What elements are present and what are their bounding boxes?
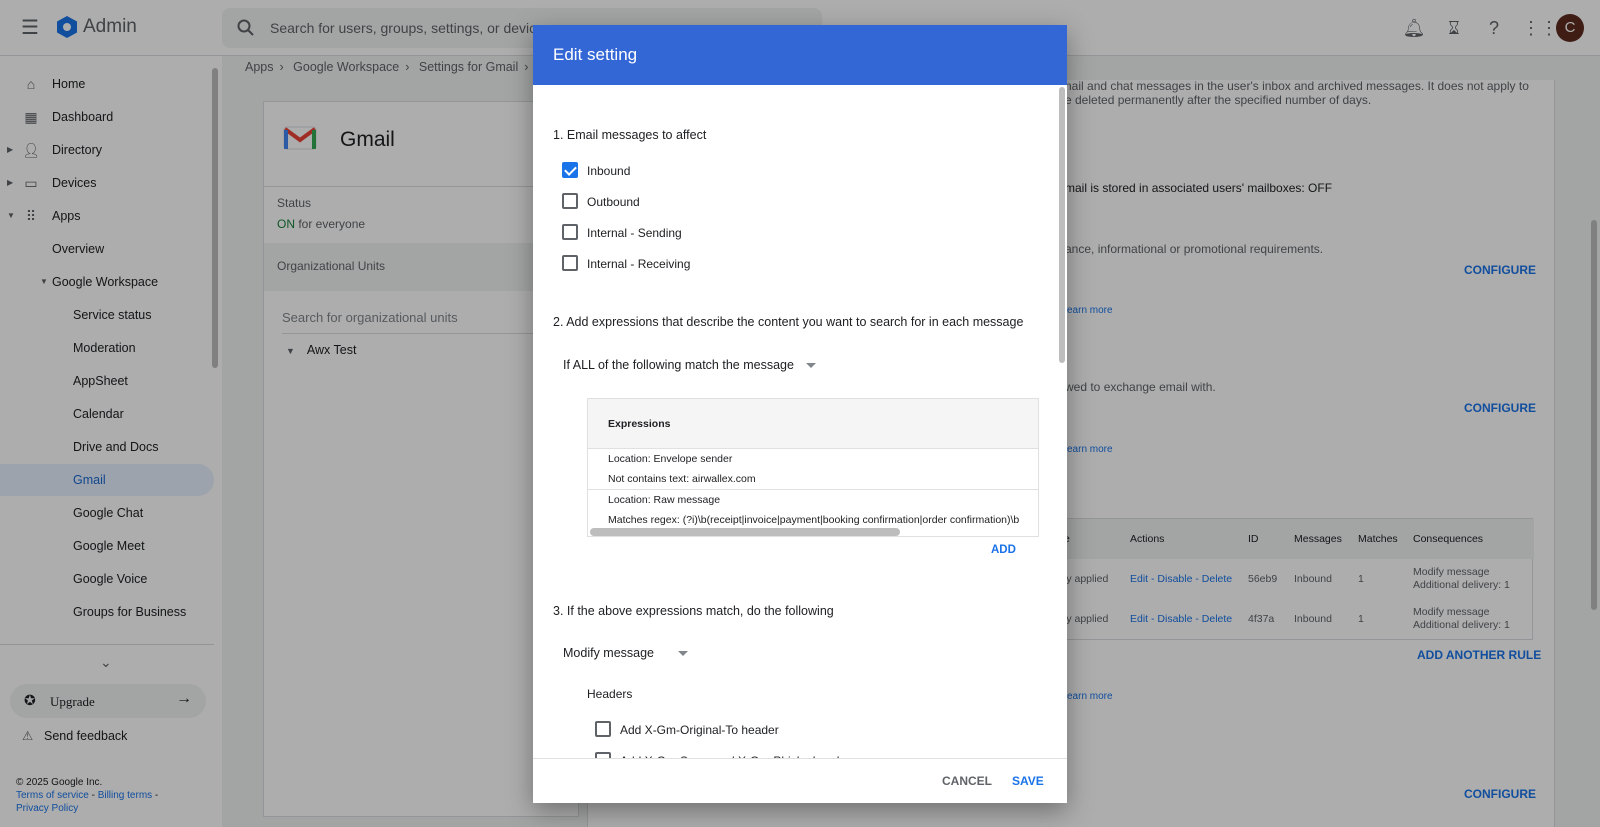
expressions-header-label: Expressions (608, 418, 671, 430)
expressions-header: Expressions (588, 399, 1038, 449)
outbound-checkbox[interactable] (562, 193, 578, 209)
match-condition-select[interactable]: If ALL of the following match the messag… (563, 358, 816, 372)
internal-sending-checkbox[interactable] (562, 224, 578, 240)
internal-receiving-checkbox[interactable] (562, 255, 578, 271)
dialog-footer: CANCEL SAVE (533, 758, 1067, 803)
dropdown-arrow-icon (678, 651, 689, 657)
match-condition-value: If ALL of the following match the messag… (563, 358, 794, 372)
checkbox-label[interactable]: Inbound (587, 164, 630, 178)
dialog-body: 1. Email messages to affect Inbound Outb… (533, 85, 1067, 783)
checkbox-label[interactable]: Internal - Sending (587, 226, 682, 240)
x-gm-original-to-checkbox[interactable] (595, 721, 611, 737)
checkbox-label[interactable]: Internal - Receiving (587, 257, 690, 271)
checkbox-label[interactable]: Add X-Gm-Original-To header (620, 723, 779, 737)
expression-location: Location: Envelope sender (608, 453, 733, 465)
expression-condition: Matches regex: (?i)\b(receipt|invoice|pa… (608, 514, 1020, 526)
expression-row[interactable]: Location: Raw message Matches regex: (?i… (588, 490, 1038, 531)
dialog-title: Edit setting (553, 45, 638, 64)
save-button[interactable]: SAVE (1012, 774, 1044, 788)
expression-condition: Not contains text: airwallex.com (608, 473, 756, 485)
edit-setting-dialog: Edit setting 1. Email messages to affect… (533, 25, 1067, 803)
action-select-value: Modify message (563, 646, 655, 660)
checkbox-label[interactable]: Outbound (587, 195, 640, 209)
expressions-horizontal-scrollbar[interactable] (590, 528, 900, 536)
cancel-button[interactable]: CANCEL (942, 774, 992, 788)
expression-location: Location: Raw message (608, 494, 721, 506)
step2-label: 2. Add expressions that describe the con… (553, 315, 1024, 329)
dropdown-arrow-icon (805, 363, 816, 369)
dialog-header: Edit setting (533, 25, 1067, 85)
inbound-checkbox[interactable] (562, 162, 578, 178)
expression-row[interactable]: Location: Envelope sender Not contains t… (588, 449, 1038, 490)
add-expression-button[interactable]: ADD (991, 544, 1016, 556)
action-select[interactable]: Modify message (563, 646, 689, 660)
step1-label: 1. Email messages to affect (553, 128, 707, 142)
step3-label: 3. If the above expressions match, do th… (553, 604, 834, 618)
dialog-scrollbar[interactable] (1059, 87, 1065, 363)
expressions-table: Expressions Location: Envelope sender No… (587, 398, 1039, 537)
headers-section-label: Headers (587, 687, 633, 701)
